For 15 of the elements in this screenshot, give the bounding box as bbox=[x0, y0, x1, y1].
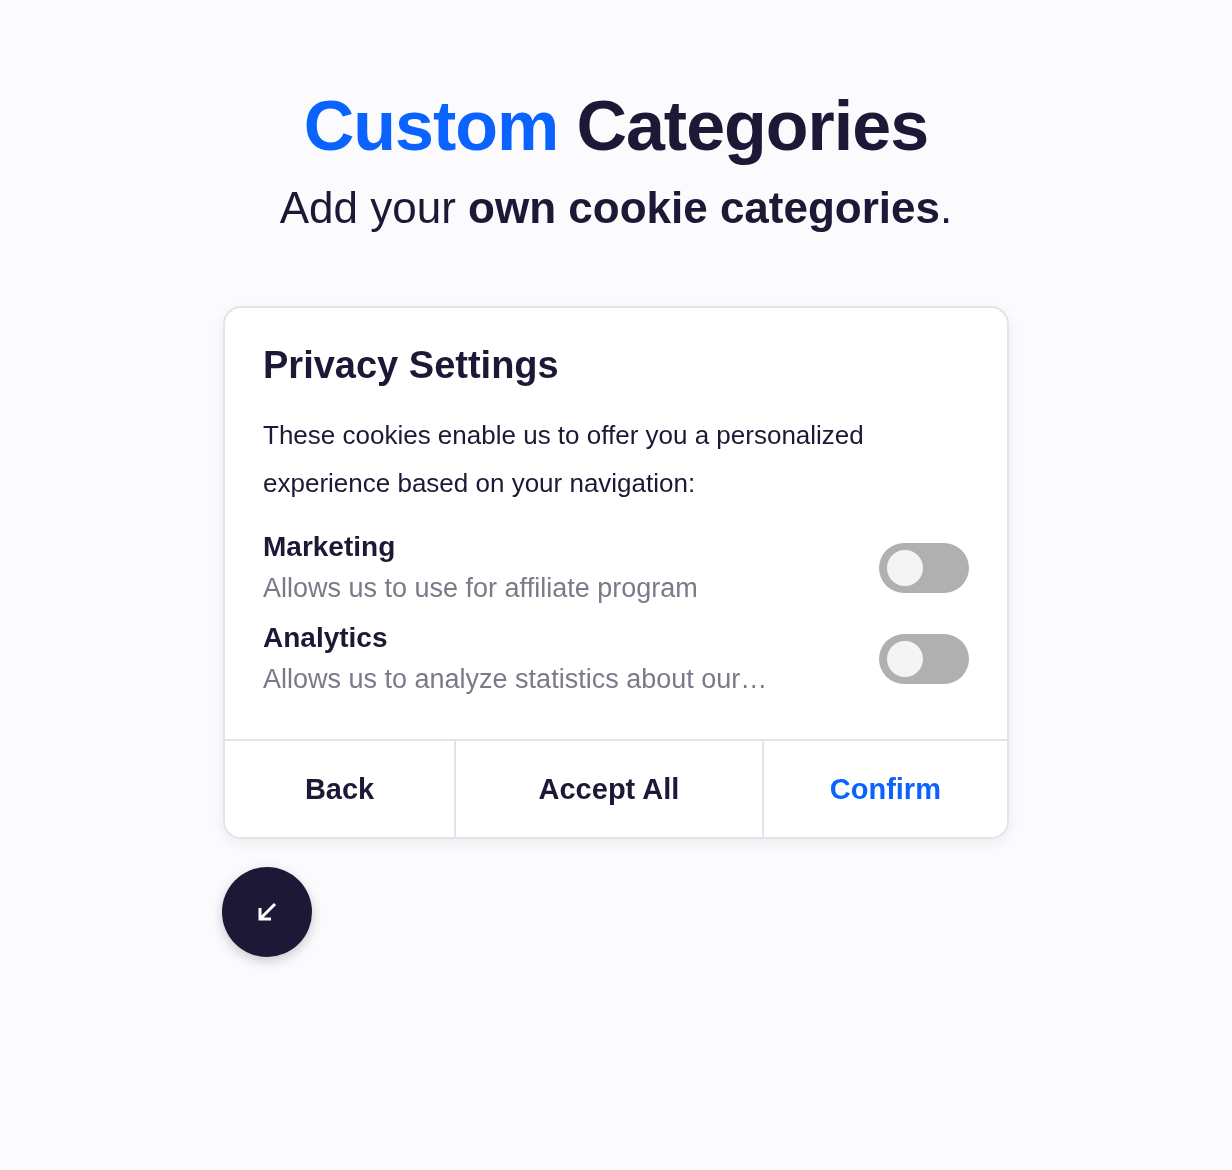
heading-accent: Custom bbox=[303, 88, 559, 165]
subtitle: Add your own cookie categories. bbox=[279, 182, 953, 234]
heading-text: Categories bbox=[576, 88, 929, 165]
category-description: Allows us to use for affiliate program bbox=[263, 573, 698, 605]
dialog-button[interactable]: Accept All bbox=[454, 741, 762, 838]
category-description: Allows us to analyze statistics about our… bbox=[263, 664, 768, 696]
toggle-switch[interactable] bbox=[879, 633, 969, 684]
dialog-title: Privacy Settings bbox=[263, 344, 560, 388]
toggle-switch[interactable] bbox=[879, 542, 969, 593]
collapse-button[interactable] bbox=[222, 867, 312, 958]
category-name: Analytics bbox=[263, 622, 389, 655]
dialog-button[interactable]: Back bbox=[225, 741, 455, 838]
category-name: Marketing bbox=[263, 531, 397, 564]
dialog-description: These cookies enable us to offer you a personalized experience based on your navigation: bbox=[263, 419, 865, 501]
dialog-button[interactable]: Confirm bbox=[761, 741, 1007, 838]
